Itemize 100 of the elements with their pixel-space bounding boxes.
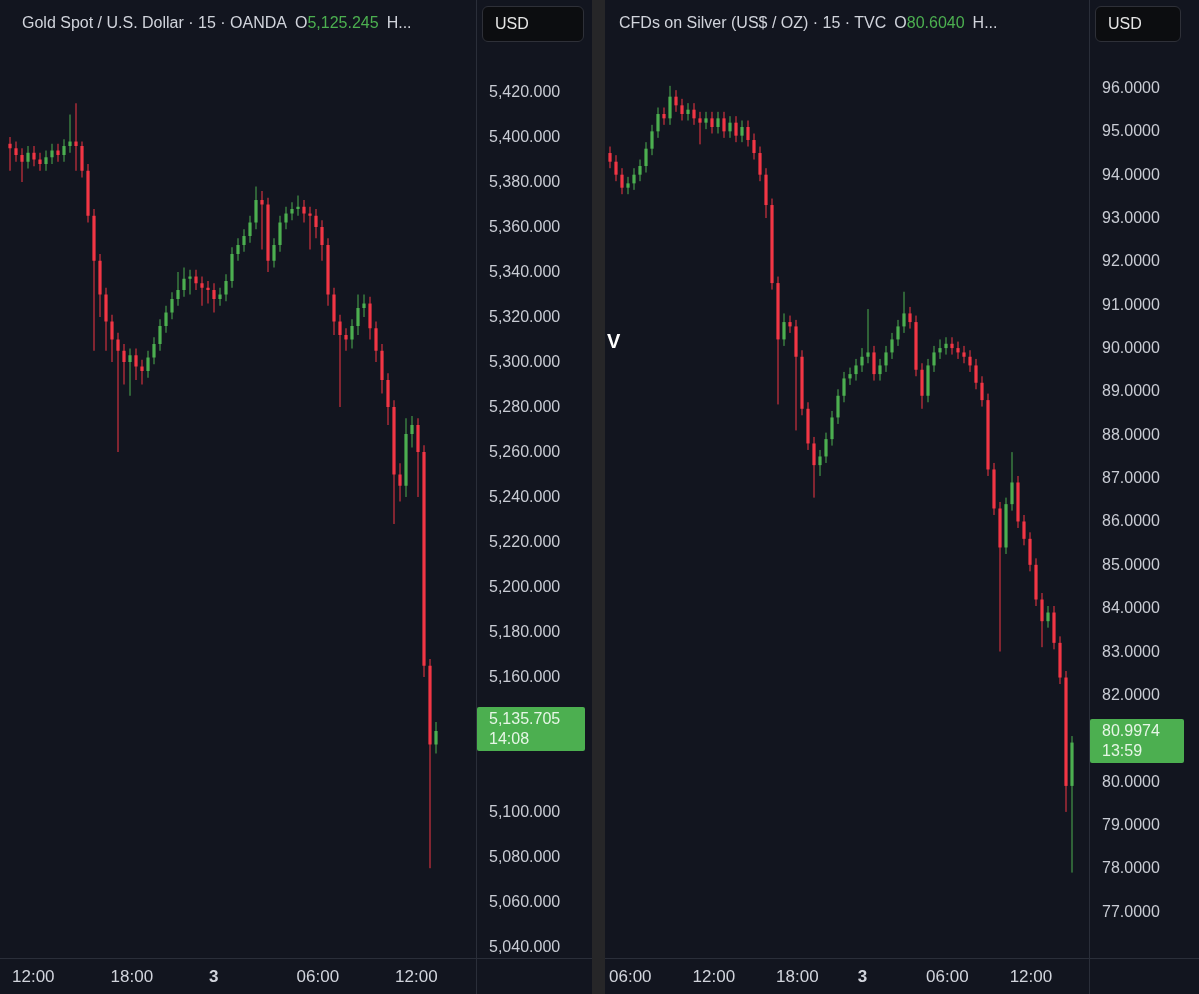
candlestick (302, 199, 306, 224)
candlestick (206, 280, 210, 305)
candlestick (740, 120, 744, 143)
candlestick (644, 141, 648, 174)
last-price: 5,135.705 (489, 709, 562, 729)
candlestick (1022, 514, 1026, 546)
candlestick (374, 321, 378, 363)
candlestick (854, 358, 858, 382)
countdown: 13:59 (1102, 740, 1144, 761)
candlestick (350, 318, 354, 350)
candlestick (974, 358, 978, 390)
candlestick (50, 143, 54, 165)
candlestick (662, 107, 666, 126)
candlestick (20, 147, 24, 183)
candlestick (128, 348, 132, 397)
candlestick (1010, 451, 1014, 512)
candlestick (356, 294, 360, 336)
chart-title: Gold Spot / U.S. Dollar · 15 · OANDA (22, 14, 287, 32)
candlestick (434, 721, 438, 754)
y-tick-label: 5,160.000 (489, 667, 561, 687)
candlestick (182, 267, 186, 298)
y-tick-label: 88.0000 (1102, 424, 1160, 445)
y-tick-label: 5,080.000 (489, 846, 561, 867)
y-tick-label: 91.0000 (1102, 294, 1160, 315)
y-tick-label: 94.0000 (1102, 164, 1160, 185)
y-tick-label: 90.0000 (1102, 338, 1160, 359)
candlestick (110, 314, 114, 363)
candlestick (956, 341, 960, 360)
candlestick (704, 111, 708, 130)
candlestick (32, 145, 36, 167)
day-label: 3 (857, 966, 868, 987)
candlestick (752, 133, 756, 161)
candlestick (830, 410, 834, 447)
y-tick-label: 89.0000 (1102, 381, 1160, 402)
y-tick-label: 83.0000 (1102, 641, 1160, 662)
candlestick (938, 338, 942, 360)
y-tick-label: 5,040.000 (489, 936, 561, 957)
candlestick (74, 102, 78, 172)
open-value: 80.6040 (906, 14, 965, 32)
candlestick (638, 159, 642, 182)
y-tick-label: 80.0000 (1102, 771, 1160, 792)
y-tick-label: 5,360.000 (489, 217, 561, 237)
candlestick (620, 167, 624, 195)
y-tick-label: 77.0000 (1102, 901, 1160, 922)
candlestick (284, 206, 288, 230)
y-tick-label: 93.0000 (1102, 208, 1160, 229)
y-tick-label: 5,060.000 (489, 891, 561, 912)
candlestick (290, 201, 294, 221)
candlestick (272, 237, 276, 269)
candlestick (398, 462, 402, 502)
candlestick (212, 282, 216, 314)
candlestick (242, 228, 246, 253)
candlestick (626, 176, 630, 195)
y-tick-label: 85.0000 (1102, 554, 1160, 575)
y-tick-label: 79.0000 (1102, 814, 1160, 835)
candlestick (1040, 592, 1044, 648)
candlestick (866, 308, 870, 364)
currency-button[interactable]: USD (482, 6, 584, 42)
candlestick (782, 312, 786, 347)
y-tick-label: 5,200.000 (489, 577, 561, 597)
candlestick (668, 85, 672, 126)
candlestick (614, 154, 618, 182)
y-tick-label: 5,380.000 (489, 172, 561, 192)
candlestick (710, 111, 714, 135)
time-label: 06:00 (926, 966, 969, 987)
candlestick (188, 269, 192, 296)
candlestick (950, 336, 954, 356)
candlestick (944, 336, 948, 356)
time-label: 18:00 (110, 966, 154, 987)
candlestick (218, 287, 222, 307)
candlestick (176, 271, 180, 307)
candlestick (818, 449, 822, 477)
candlestick (314, 208, 318, 239)
candlestick (698, 111, 702, 145)
candlestick (842, 371, 846, 403)
candlestick (692, 102, 696, 126)
currency-button[interactable]: USD (1095, 6, 1181, 42)
y-tick-label: 5,320.000 (489, 307, 561, 327)
candlestick (902, 291, 906, 334)
candlestick (962, 345, 966, 364)
candlestick (632, 167, 636, 191)
candlestick (26, 145, 30, 170)
candlestick (836, 388, 840, 425)
time-label: 06:00 (609, 966, 652, 987)
candlestick (44, 150, 48, 172)
open-label: O (295, 14, 308, 32)
candlestick (686, 102, 690, 122)
candlestick (158, 318, 162, 352)
y-tick-label: 5,220.000 (489, 532, 561, 552)
time-label: 12:00 (12, 966, 55, 987)
y-tick-label: 78.0000 (1102, 858, 1160, 879)
candlestick (1046, 605, 1050, 629)
y-tick-label: 5,300.000 (489, 352, 561, 372)
y-tick-label: 5,260.000 (489, 442, 561, 462)
candlestick (146, 350, 150, 379)
candlestick (908, 306, 912, 330)
y-tick-label: 5,100.000 (489, 801, 561, 822)
candlestick (224, 273, 228, 302)
candlestick (170, 291, 174, 320)
candlestick (884, 345, 888, 373)
